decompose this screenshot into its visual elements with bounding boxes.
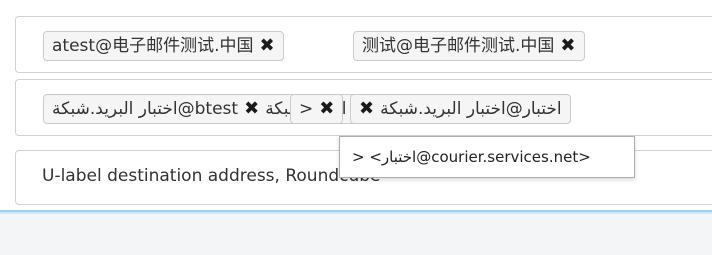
recipient-chip[interactable]: 测试@电子邮件测试.中国 ✖ (353, 31, 585, 61)
recipient-chip-label: اختبار@اختبار البريد.شبكة (380, 99, 562, 119)
remove-recipient-icon[interactable]: ✖ (319, 95, 334, 123)
recipient-input-cc[interactable]: btest@اختبار البريد.شبكة ✖ اختبار البريد… (15, 79, 712, 136)
recipient-chip[interactable]: atest@电子邮件测试.中国 ✖ (43, 31, 284, 61)
footer-bar (0, 212, 712, 255)
recipient-chip-label: btest@اختبار البريد.شبكة (52, 99, 239, 119)
recipient-chip[interactable]: btest@اختبار البريد.شبكة ✖ اختبار البريد… (43, 94, 400, 124)
recipient-chip-label: atest@电子邮件测试.中国 (52, 36, 254, 56)
address-tooltip: > <اختبار@courier.services.net> (339, 136, 635, 178)
remove-recipient-icon[interactable]: ✖ (560, 32, 575, 60)
subject-value: U-label destination address, Roundcube (42, 166, 381, 186)
remove-recipient-icon[interactable]: ✖ (244, 95, 259, 123)
recipient-input-to[interactable]: atest@电子邮件测试.中国 ✖ 测试@电子邮件测试.中国 ✖ (15, 16, 712, 73)
recipient-chip-label: > (299, 99, 314, 119)
recipient-chip-label: 测试@电子邮件测试.中国 (362, 36, 555, 56)
recipient-chip[interactable]: ✖ اختبار@اختبار البريد.شبكة (350, 94, 571, 124)
recipient-chip[interactable]: > ✖ (290, 94, 344, 124)
remove-recipient-icon[interactable]: ✖ (259, 32, 274, 60)
remove-recipient-icon[interactable]: ✖ (359, 95, 374, 123)
